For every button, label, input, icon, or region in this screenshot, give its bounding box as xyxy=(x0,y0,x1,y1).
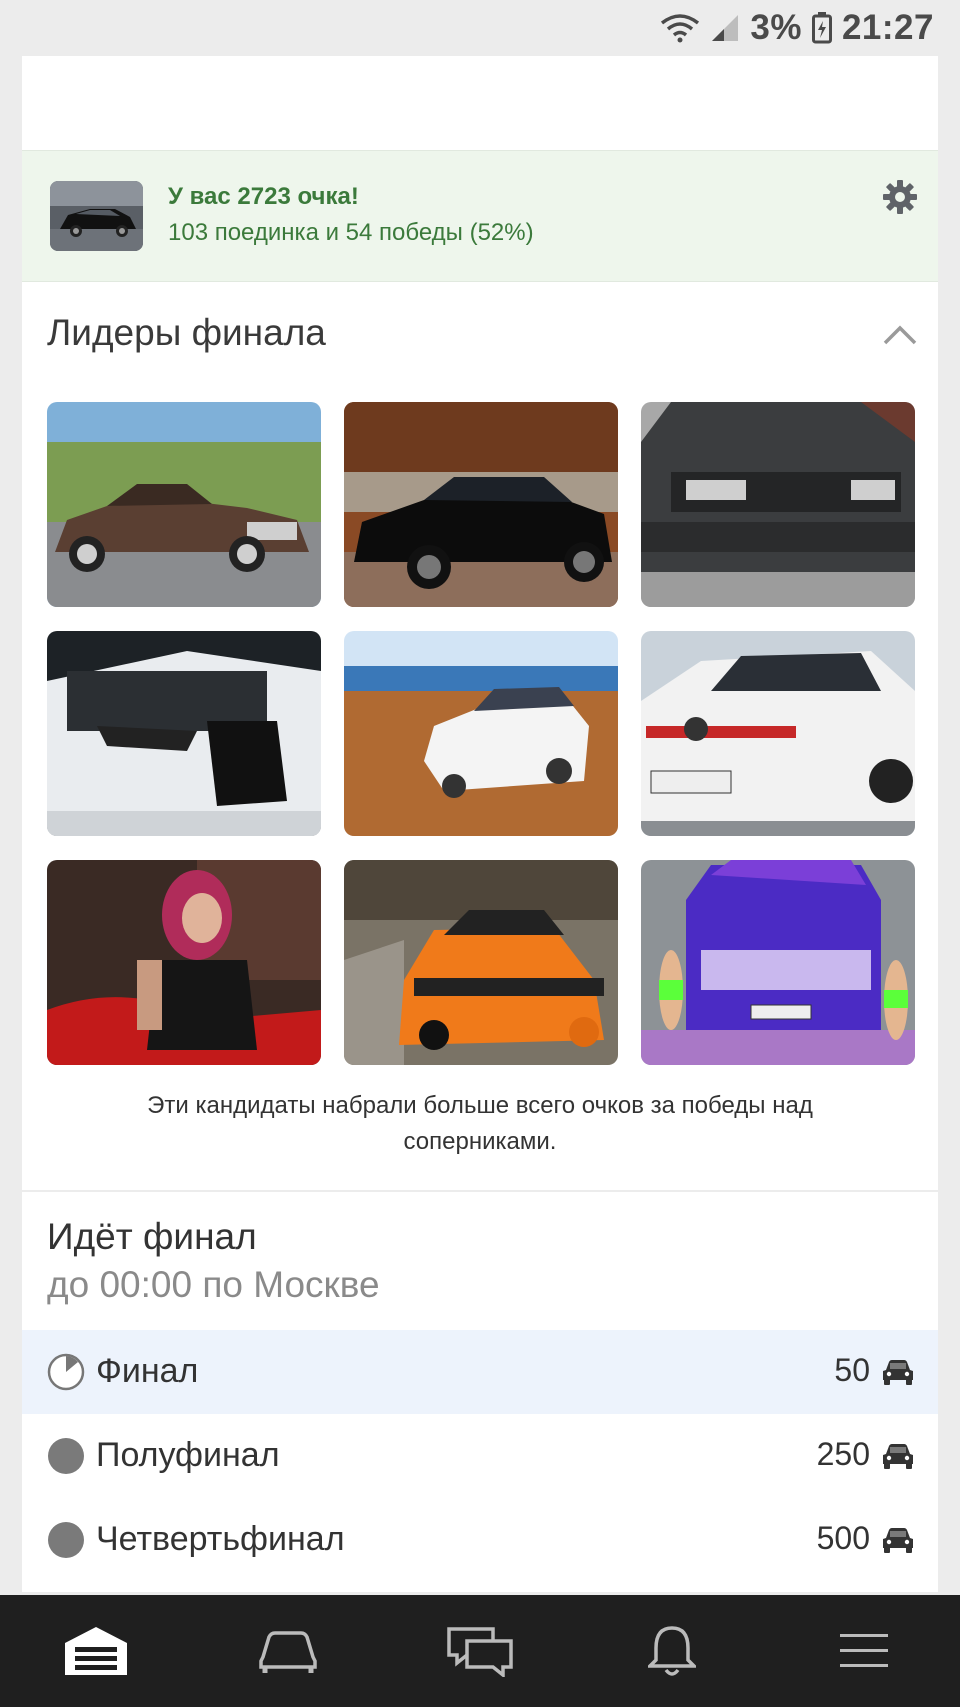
menu-icon xyxy=(840,1634,888,1667)
leader-photo-8[interactable] xyxy=(344,860,618,1065)
leader-photo-7[interactable] xyxy=(47,860,321,1065)
leaders-section: Лидеры финала Эти кандидаты набрали боль… xyxy=(22,282,938,1190)
battery-icon xyxy=(811,12,832,44)
bottom-nav xyxy=(0,1595,960,1707)
battery-percent: 3% xyxy=(750,8,802,47)
nav-garage[interactable] xyxy=(48,1611,144,1691)
gear-icon[interactable] xyxy=(882,179,918,215)
chevron-up-icon[interactable] xyxy=(882,322,918,346)
top-blank-area xyxy=(22,56,938,150)
user-car-thumbnail[interactable] xyxy=(50,181,143,251)
points-banner: У вас 2723 очка! 103 поединка и 54 побед… xyxy=(22,150,938,282)
progress-pie-icon xyxy=(47,1353,85,1391)
screen: 3% 21:27 У вас 2723 очка! 103 поединка и… xyxy=(0,0,960,1707)
car-icon xyxy=(259,1631,317,1673)
nav-notifications[interactable] xyxy=(624,1611,720,1691)
leader-photo-2[interactable] xyxy=(344,402,618,607)
final-title: Идёт финал xyxy=(47,1216,257,1257)
leader-photo-4[interactable] xyxy=(47,631,321,836)
leader-photo-5[interactable] xyxy=(344,631,618,836)
final-deadline: до 00:00 по Москве xyxy=(47,1264,380,1305)
car-icon xyxy=(883,1444,913,1469)
stage-dot-icon xyxy=(48,1438,84,1474)
bell-icon xyxy=(648,1626,696,1676)
points-title: У вас 2723 очка! xyxy=(168,183,359,210)
car-icon xyxy=(883,1360,913,1385)
stage-row-final[interactable]: Финал 50 xyxy=(22,1330,938,1414)
stage-row-quarterfinal[interactable]: Четвертьфинал 500 xyxy=(22,1498,938,1582)
wifi-icon xyxy=(661,14,700,43)
leader-photo-3[interactable] xyxy=(641,402,915,607)
clock: 21:27 xyxy=(841,8,934,47)
chat-icon xyxy=(447,1627,513,1677)
leaders-grid xyxy=(47,402,915,1065)
stage-label: Финал xyxy=(96,1352,199,1390)
stage-label: Четвертьфинал xyxy=(96,1520,345,1558)
leader-photo-9[interactable] xyxy=(641,860,915,1065)
garage-icon xyxy=(65,1627,127,1675)
nav-menu[interactable] xyxy=(816,1611,912,1691)
stage-count: 250 xyxy=(816,1436,870,1472)
stage-count: 500 xyxy=(816,1520,870,1556)
signal-icon xyxy=(712,15,739,41)
stage-label: Полуфинал xyxy=(96,1436,280,1474)
points-stats: 103 поединка и 54 победы (52%) xyxy=(168,219,534,246)
leaders-title: Лидеры финала xyxy=(47,312,326,353)
stage-dot-icon xyxy=(48,1522,84,1558)
nav-cars[interactable] xyxy=(240,1611,336,1691)
car-icon xyxy=(883,1528,913,1553)
leader-photo-6[interactable] xyxy=(641,631,915,836)
stage-row-semifinal[interactable]: Полуфинал 250 xyxy=(22,1414,938,1498)
nav-messages[interactable] xyxy=(432,1611,528,1691)
status-bar: 3% 21:27 xyxy=(0,0,960,56)
leaders-caption: Эти кандидаты набрали больше всего очков… xyxy=(147,1092,813,1155)
stage-count: 50 xyxy=(834,1352,870,1388)
leader-photo-1[interactable] xyxy=(47,402,321,607)
final-section: Идёт финал до 00:00 по Москве Финал 50 П… xyxy=(22,1192,938,1592)
